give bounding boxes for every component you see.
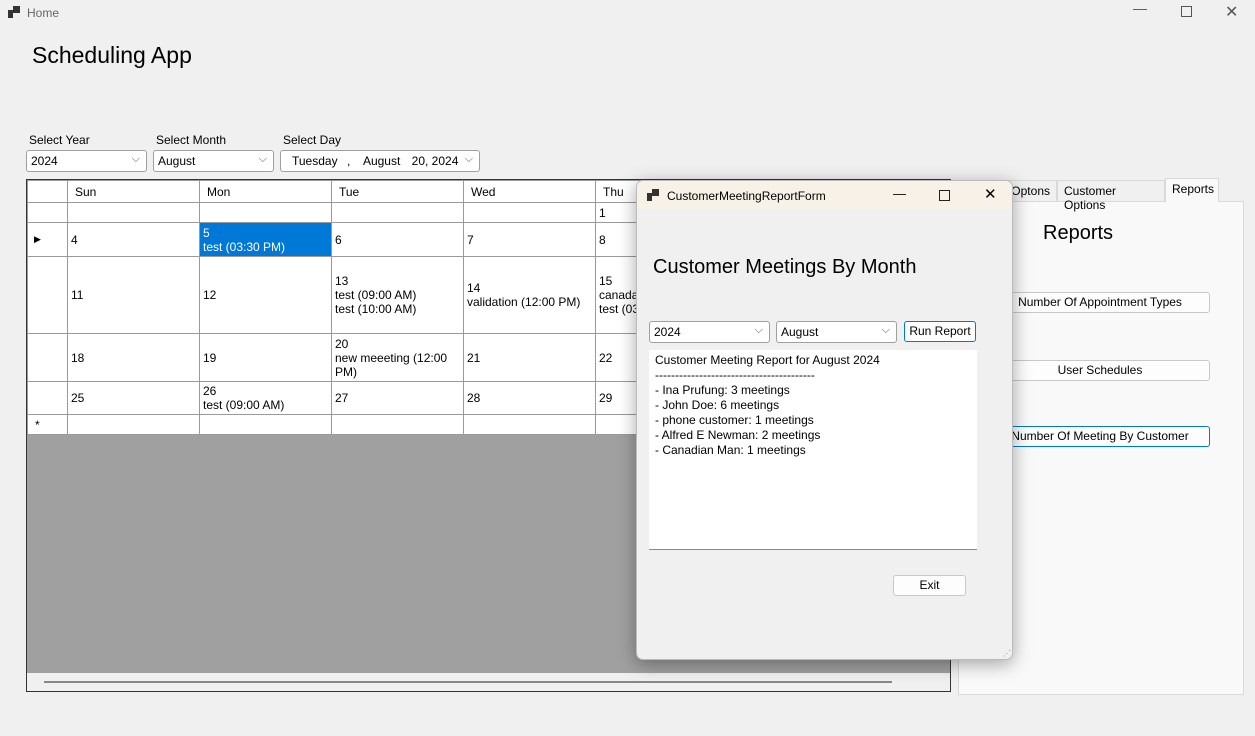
year-value: 2024 <box>31 154 58 168</box>
chevron-down-icon: ⌵ <box>754 324 763 336</box>
day-picker[interactable]: Tuesday , August 20, 2024 ⌵ <box>280 150 480 172</box>
calendar-cell[interactable]: 6 <box>331 222 464 257</box>
tab-customer-options[interactable]: Customer Options <box>1057 180 1165 212</box>
calendar-cell[interactable]: 26 test (09:00 AM) <box>199 381 332 415</box>
dialog-minimize-button[interactable]: — <box>893 186 906 201</box>
exit-button[interactable]: Exit <box>893 575 966 596</box>
calendar-cell[interactable] <box>463 202 596 223</box>
report-line: - Canadian Man: 1 meetings <box>655 443 806 457</box>
dialog-month-value: August <box>781 325 819 339</box>
calendar-cell[interactable] <box>67 202 200 223</box>
dialog-month-select[interactable]: August ⌵ <box>776 321 897 343</box>
month-value: August <box>158 154 196 168</box>
month-label: Select Month <box>156 133 227 147</box>
report-line: - John Doe: 6 meetings <box>655 398 780 412</box>
report-line: - Alfred E Newman: 2 meetings <box>655 428 821 442</box>
report-output[interactable]: Customer Meeting Report for August 2024-… <box>649 350 977 550</box>
calendar-cell[interactable]: 11 <box>67 256 200 334</box>
header-mon[interactable]: Mon <box>199 180 332 203</box>
app-title: Scheduling App <box>32 42 192 68</box>
header-wed[interactable]: Wed <box>463 180 596 203</box>
dialog-year-select[interactable]: 2024 ⌵ <box>649 321 770 343</box>
row-header[interactable] <box>27 202 68 223</box>
user-schedules-button[interactable]: User Schedules <box>990 360 1210 381</box>
row-header[interactable] <box>27 256 68 334</box>
dialog-title: CustomerMeetingReportForm <box>667 189 826 203</box>
year-select[interactable]: 2024 ⌵ <box>26 150 147 172</box>
reports-title: Reports <box>1043 222 1114 244</box>
day-sep: , <box>346 154 351 168</box>
month-select[interactable]: August ⌵ <box>153 150 274 172</box>
dialog-heading: Customer Meetings By Month <box>653 256 917 278</box>
calendar-cell[interactable]: 7 <box>463 222 596 257</box>
calendar-cell[interactable] <box>331 414 464 435</box>
window-title: Home <box>27 6 60 20</box>
resize-grip[interactable]: ⋰ <box>1003 649 1011 658</box>
header-sun[interactable]: Sun <box>67 180 200 203</box>
meetings-by-customer-button[interactable]: Number Of Meeting By Customer <box>990 426 1210 447</box>
dialog-icon <box>647 189 659 201</box>
report-line: - phone customer: 1 meetings <box>655 413 814 427</box>
chevron-down-icon: ⌵ <box>464 153 473 165</box>
day-month: August <box>362 154 401 168</box>
dialog-maximize-button[interactable] <box>939 190 950 201</box>
calendar-cell[interactable]: 27 <box>331 381 464 415</box>
year-label: Select Year <box>29 133 90 147</box>
tab-reports[interactable]: Reports <box>1165 178 1219 202</box>
calendar-cell[interactable]: 14 validation (12:00 PM) <box>463 256 596 334</box>
calendar-cell[interactable]: 13 test (09:00 AM) test (10:00 AM) <box>331 256 464 334</box>
header-tue[interactable]: Tue <box>331 180 464 203</box>
calendar-cell[interactable] <box>199 414 332 435</box>
calendar-cell[interactable] <box>67 414 200 435</box>
maximize-button[interactable] <box>1181 6 1192 17</box>
calendar-cell[interactable]: 19 <box>199 333 332 382</box>
scrollbar-thumb[interactable] <box>44 681 892 683</box>
row-header[interactable] <box>27 333 68 382</box>
calendar-cell[interactable]: 12 <box>199 256 332 334</box>
run-report-button[interactable]: Run Report <box>904 321 976 342</box>
report-line: ---------------------------------------- <box>655 368 815 382</box>
dialog-close-button[interactable]: ✕ <box>984 185 997 203</box>
calendar-cell[interactable]: 28 <box>463 381 596 415</box>
report-dialog: CustomerMeetingReportForm — ✕ Customer M… <box>636 180 1013 660</box>
calendar-cell[interactable] <box>199 202 332 223</box>
app-icon <box>8 6 20 18</box>
report-line: Customer Meeting Report for August 2024 <box>655 353 880 367</box>
minimize-button[interactable]: — <box>1130 0 1150 24</box>
chevron-down-icon: ⌵ <box>131 153 140 165</box>
calendar-cell[interactable]: 21 <box>463 333 596 382</box>
calendar-cell[interactable]: 4 <box>67 222 200 257</box>
appointment-types-button[interactable]: Number Of Appointment Types <box>990 292 1210 313</box>
day-weekday: Tuesday <box>292 154 338 168</box>
dialog-year-value: 2024 <box>654 325 681 339</box>
calendar-cell[interactable] <box>463 414 596 435</box>
chevron-down-icon: ⌵ <box>881 324 890 336</box>
horizontal-scrollbar[interactable] <box>27 673 950 691</box>
close-button[interactable]: ✕ <box>1225 2 1238 22</box>
calendar-cell[interactable]: 20 new meeeting (12:00 PM) <box>331 333 464 382</box>
calendar-cell[interactable]: 25 <box>67 381 200 415</box>
day-label: Select Day <box>283 133 342 147</box>
day-date: 20, 2024 <box>411 154 459 168</box>
row-header[interactable] <box>27 381 68 415</box>
calendar-cell[interactable]: 18 <box>67 333 200 382</box>
calendar-cell[interactable] <box>331 202 464 223</box>
new-row-marker: * <box>27 414 68 435</box>
row-header[interactable]: ▶ <box>27 222 68 257</box>
chevron-down-icon: ⌵ <box>258 153 267 165</box>
report-line: - Ina Prufung: 3 meetings <box>655 383 790 397</box>
calendar-cell[interactable]: 5 test (03:30 PM) <box>199 222 332 257</box>
